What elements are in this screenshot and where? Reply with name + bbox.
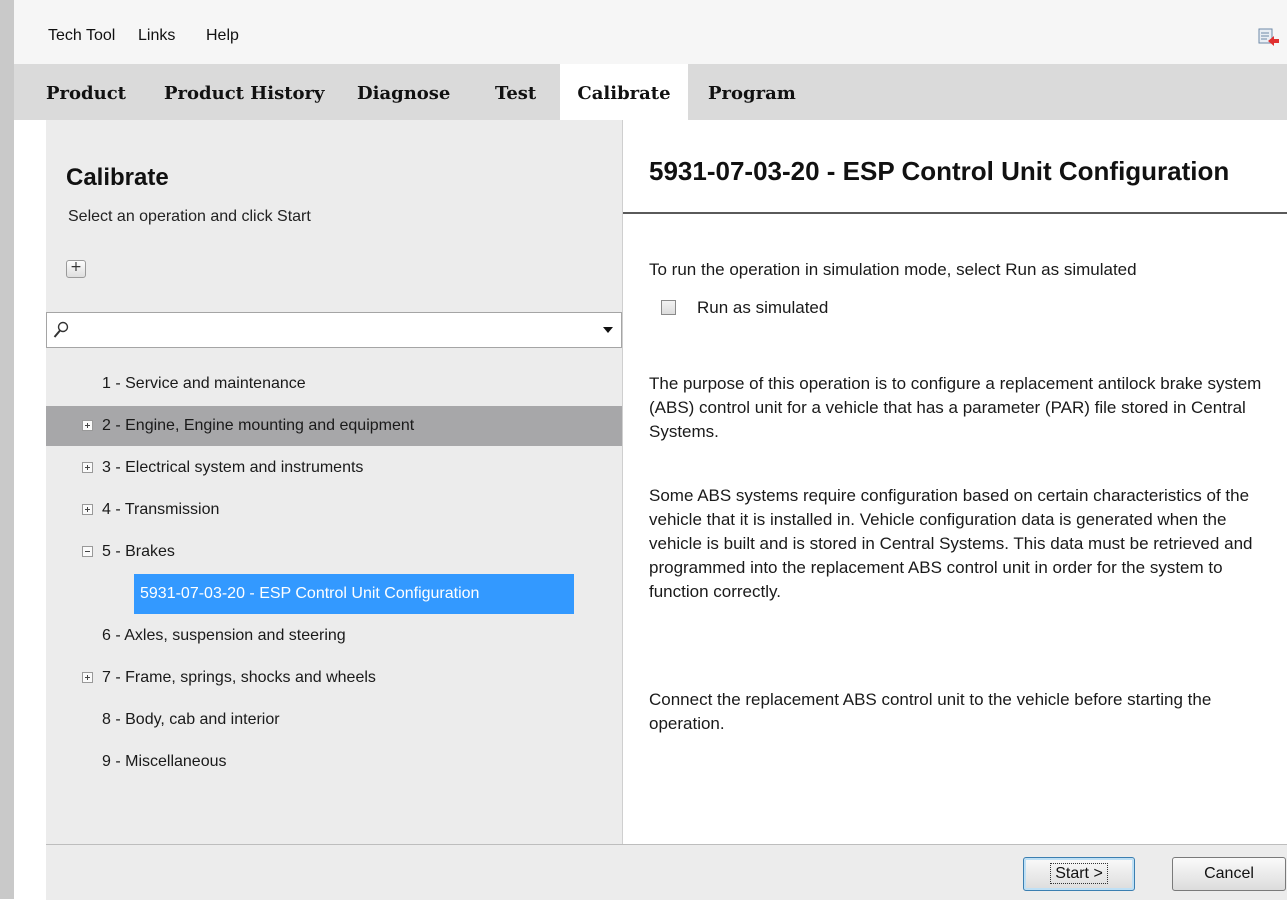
description-paragraph: The purpose of this operation is to conf… bbox=[649, 374, 1262, 441]
tree-item-esp-control-unit-configuration[interactable]: 5931-07-03-20 - ESP Control Unit Configu… bbox=[134, 574, 574, 614]
tab-test[interactable]: Test bbox=[495, 64, 536, 120]
description-paragraph: Some ABS systems require configuration b… bbox=[649, 486, 1253, 601]
run-as-simulated-label[interactable]: Run as simulated bbox=[697, 298, 828, 318]
tree-item-axles[interactable]: 6 - Axles, suspension and steering bbox=[46, 616, 622, 656]
menu-bar: Tech Tool Links Help bbox=[14, 0, 1287, 64]
export-icon[interactable] bbox=[1258, 28, 1280, 48]
tab-product-history[interactable]: Product History bbox=[164, 64, 324, 120]
panel-subtitle: Select an operation and click Start bbox=[68, 208, 311, 225]
tree-item-label: 4 - Transmission bbox=[102, 501, 220, 518]
tree-item-label: 2 - Engine, Engine mounting and equipmen… bbox=[102, 417, 415, 434]
expand-icon[interactable] bbox=[82, 672, 93, 683]
menu-help[interactable]: Help bbox=[206, 27, 239, 45]
operation-details-panel: 5931-07-03-20 - ESP Control Unit Configu… bbox=[623, 120, 1287, 844]
collapse-icon[interactable] bbox=[82, 546, 93, 557]
tree-item-label: 5 - Brakes bbox=[102, 543, 175, 560]
search-field[interactable] bbox=[46, 312, 622, 348]
tree-item-service[interactable]: 1 - Service and maintenance bbox=[46, 364, 622, 404]
window-edge bbox=[0, 0, 14, 899]
search-icon bbox=[53, 321, 69, 338]
cancel-button[interactable]: Cancel bbox=[1172, 857, 1286, 891]
panel-title: Calibrate bbox=[66, 164, 169, 191]
tab-product[interactable]: Product bbox=[46, 64, 126, 120]
simulation-instruction: To run the operation in simulation mode,… bbox=[649, 260, 1137, 279]
expand-icon[interactable] bbox=[82, 420, 93, 431]
expand-icon[interactable] bbox=[82, 462, 93, 473]
operation-title: 5931-07-03-20 - ESP Control Unit Configu… bbox=[649, 156, 1230, 186]
tab-diagnose[interactable]: Diagnose bbox=[357, 64, 450, 120]
operations-panel: Calibrate Select an operation and click … bbox=[46, 120, 623, 844]
action-bar: Start > Cancel bbox=[46, 844, 1287, 900]
tree-item-electrical[interactable]: 3 - Electrical system and instruments bbox=[46, 448, 622, 488]
chevron-down-icon[interactable] bbox=[603, 327, 613, 333]
start-button-label: Start > bbox=[1050, 863, 1108, 884]
tree-item-brakes[interactable]: 5 - Brakes bbox=[46, 532, 622, 572]
expand-icon[interactable] bbox=[82, 504, 93, 515]
start-button[interactable]: Start > bbox=[1023, 857, 1135, 891]
tree-item-miscellaneous[interactable]: 9 - Miscellaneous bbox=[46, 742, 622, 782]
tree-item-body[interactable]: 8 - Body, cab and interior bbox=[46, 700, 622, 740]
expand-all-button[interactable] bbox=[66, 259, 86, 278]
divider bbox=[623, 212, 1287, 214]
menu-links[interactable]: Links bbox=[138, 27, 175, 45]
description-paragraph: Connect the replacement ABS control unit… bbox=[649, 690, 1212, 733]
tree-item-transmission[interactable]: 4 - Transmission bbox=[46, 490, 622, 530]
tree-item-label: 8 - Body, cab and interior bbox=[102, 711, 280, 728]
tree-item-engine[interactable]: 2 - Engine, Engine mounting and equipmen… bbox=[46, 406, 622, 446]
tree-item-label: 9 - Miscellaneous bbox=[102, 753, 227, 770]
tree-item-frame[interactable]: 7 - Frame, springs, shocks and wheels bbox=[46, 658, 622, 698]
run-as-simulated-checkbox[interactable] bbox=[661, 300, 676, 315]
tree-item-label: 1 - Service and maintenance bbox=[102, 375, 306, 392]
tree-item-label: 7 - Frame, springs, shocks and wheels bbox=[102, 669, 376, 686]
tree-item-label: 5931-07-03-20 - ESP Control Unit Configu… bbox=[140, 585, 480, 602]
tab-program[interactable]: Program bbox=[708, 64, 796, 120]
tech-tool-app: Tech Tool Links Help Product Product His… bbox=[14, 0, 1287, 900]
main-tab-bar: Product Product History Diagnose Test Ca… bbox=[14, 64, 1287, 120]
tree-item-label: 3 - Electrical system and instruments bbox=[102, 459, 364, 476]
tree-item-label: 6 - Axles, suspension and steering bbox=[102, 627, 346, 644]
tab-calibrate[interactable]: Calibrate bbox=[560, 64, 688, 120]
menu-tech-tool[interactable]: Tech Tool bbox=[48, 27, 115, 45]
